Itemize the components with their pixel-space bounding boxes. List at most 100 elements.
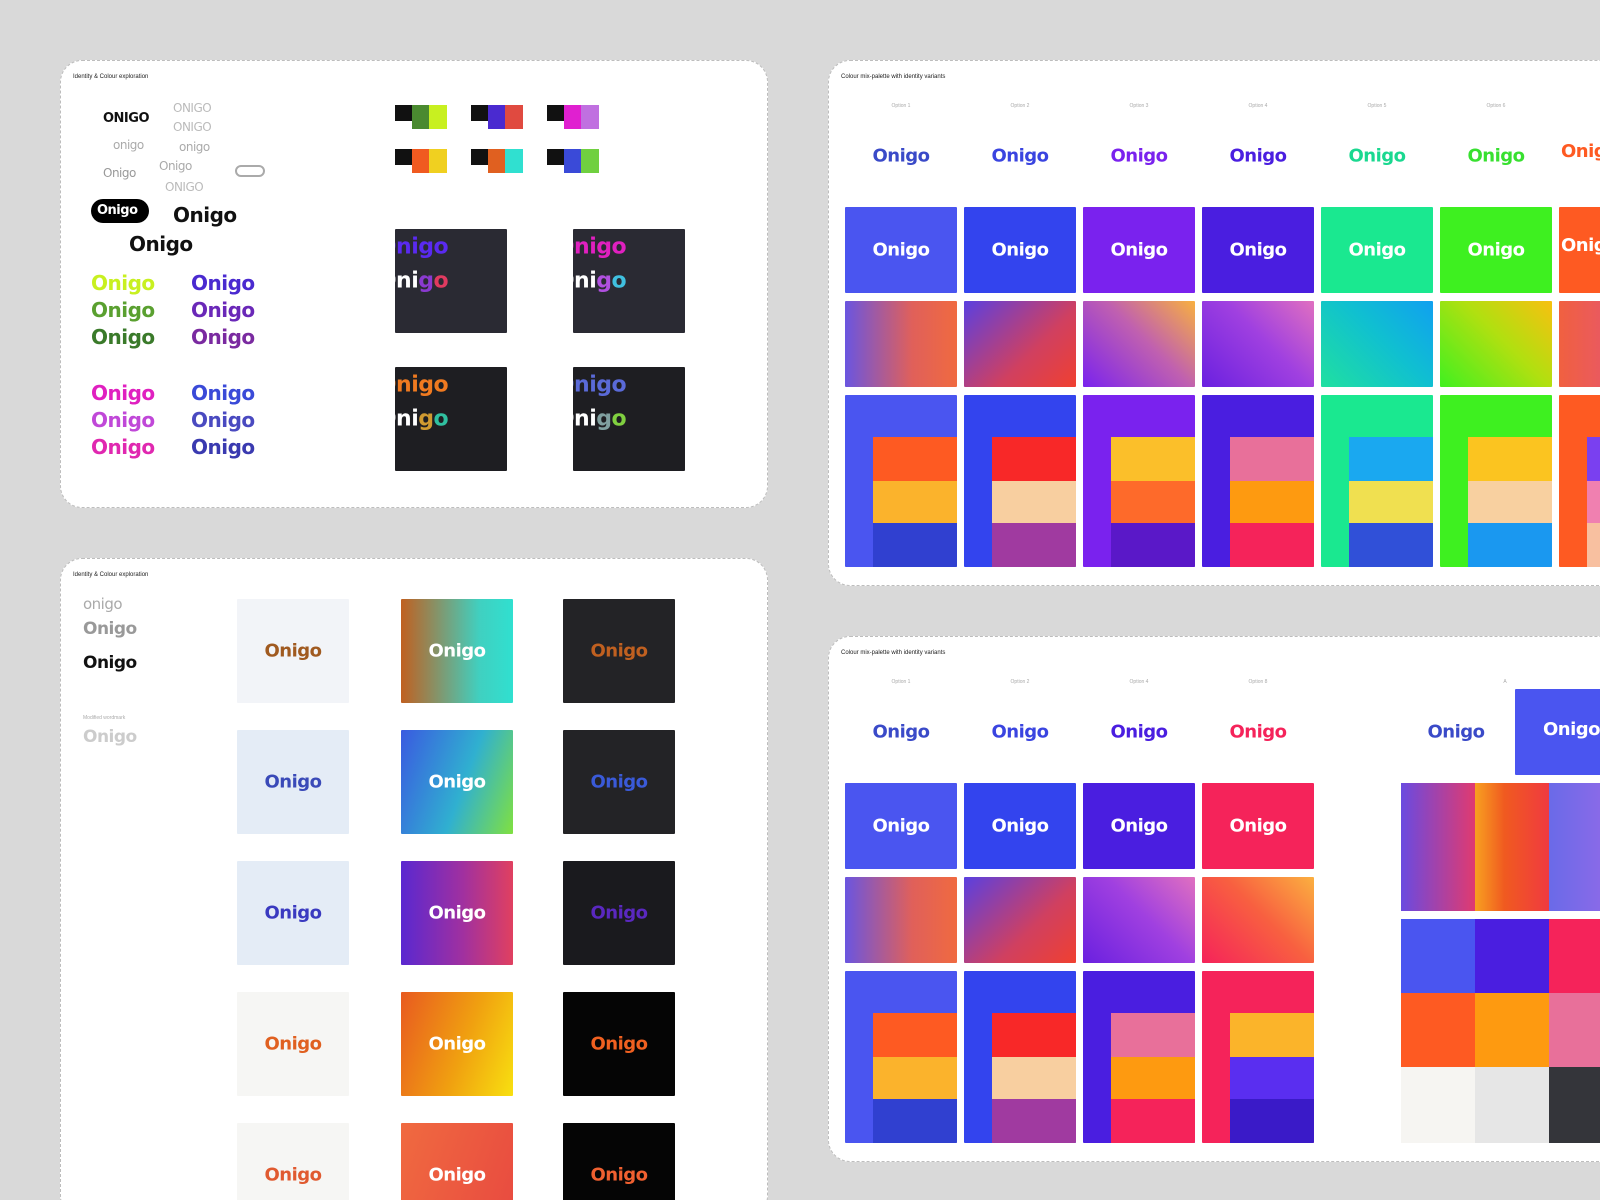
wordmark-magenta-2: Onigo xyxy=(91,408,155,432)
logo-on-colour-2: Onigo xyxy=(964,207,1076,293)
gradient-tile-2: Onigo xyxy=(401,730,513,834)
palette-stack-1 xyxy=(845,971,957,1143)
option-label-2: Option 2 xyxy=(1010,103,1030,109)
light-tile-2: Onigo xyxy=(237,730,349,834)
palette-cell-3 xyxy=(1549,919,1600,993)
wordmark-green-3: Onigo xyxy=(91,325,155,349)
wordmark-lower-light: onigo xyxy=(113,138,144,152)
logo-on-white-3: Onigo xyxy=(1083,689,1195,775)
board-identity-exploration-2: Identity & Colour exploration onigo Onig… xyxy=(60,558,768,1200)
dark-logo-tile-2: Onigo Onigo xyxy=(573,229,685,333)
logo-on-white-a: Onigo xyxy=(1401,689,1511,775)
option-label-4: Option 8 xyxy=(1248,679,1268,685)
light-tile-5: Onigo xyxy=(237,1123,349,1200)
wordmark-light-modified: Onigo xyxy=(83,727,137,747)
option-label-2: Option 2 xyxy=(1010,679,1030,685)
palette-cell-6 xyxy=(1549,993,1600,1067)
dark-tile-2: Onigo xyxy=(563,730,675,834)
option-label-6: Option 6 xyxy=(1486,103,1506,109)
option-label-3: Option 3 xyxy=(1129,103,1149,109)
wordmark-purple-3: Onigo xyxy=(191,325,255,349)
logo-on-colour-6: Onigo xyxy=(1440,207,1552,293)
wordmark-upper-light-2: ONIGO xyxy=(173,120,212,134)
palette-cell-8 xyxy=(1475,1067,1549,1143)
board-colour-mix-palette-1: Colour mix-palette with identity variant… xyxy=(828,60,1600,586)
logo-on-colour-3: Onigo xyxy=(1083,207,1195,293)
logo-on-white-4: Onigo xyxy=(1202,113,1314,199)
logo-on-white-5: Onigo xyxy=(1321,113,1433,199)
palette-cell-7 xyxy=(1401,1067,1475,1143)
wordmark-blue-2: Onigo xyxy=(191,408,255,432)
logo-on-white-2: Onigo xyxy=(964,689,1076,775)
wordmark-magenta-1: Onigo xyxy=(91,381,155,405)
board-title: Identity & Colour exploration xyxy=(73,572,149,578)
wordmark-grey: Onigo xyxy=(83,619,137,639)
wordmark-upper-light: ONIGO xyxy=(173,101,212,115)
palette-swatch-1 xyxy=(395,105,447,129)
wordmark-black-1: Onigo xyxy=(173,203,237,227)
light-tile-4: Onigo xyxy=(237,992,349,1096)
board-identity-exploration-1: Identity & Colour exploration ONIGO ONIG… xyxy=(60,60,768,508)
palette-stack-3 xyxy=(1083,971,1195,1143)
board-colour-mix-palette-2: Colour mix-palette with identity variant… xyxy=(828,636,1600,1162)
palette-stack-5 xyxy=(1321,395,1433,567)
palette-cell-9 xyxy=(1549,1067,1600,1143)
wordmark-violet-2: Onigo xyxy=(191,298,255,322)
gradient-swatch-2 xyxy=(964,877,1076,963)
gradient-swatch-7 xyxy=(1559,301,1600,387)
logo-on-colour-5: Onigo xyxy=(1321,207,1433,293)
wordmark-lower-light-2: onigo xyxy=(179,140,210,154)
wordmark-magenta-3: Onigo xyxy=(91,435,155,459)
gradient-swatch-4 xyxy=(1202,301,1314,387)
palette-stack-2 xyxy=(964,971,1076,1143)
gradient-band-1 xyxy=(1401,783,1475,911)
wordmark-pill-badge: Onigo xyxy=(91,199,149,223)
board-title: Colour mix-palette with identity variant… xyxy=(841,650,946,656)
logo-on-colour-a: Onigo xyxy=(1515,689,1600,775)
palette-cell-4 xyxy=(1401,993,1475,1067)
gradient-tile-3: Onigo xyxy=(401,861,513,965)
palette-stack-6 xyxy=(1440,395,1552,567)
gradient-tile-5: Onigo xyxy=(401,1123,513,1200)
dark-tile-4: Onigo xyxy=(563,992,675,1096)
palette-stack-7 xyxy=(1559,395,1600,567)
palette-swatch-6 xyxy=(547,149,599,173)
logo-on-white-7: Onigo xyxy=(1559,113,1600,199)
logo-on-colour-1: Onigo xyxy=(845,207,957,293)
wordmark-light-3: Onigo xyxy=(103,166,136,180)
wordmark-light-4: Onigo xyxy=(159,159,192,173)
wordmark-green-2: Onigo xyxy=(91,298,155,322)
logo-on-colour-4: Onigo xyxy=(1202,783,1314,869)
logo-on-colour-4: Onigo xyxy=(1202,207,1314,293)
wordmark-upper: ONIGO xyxy=(103,111,150,126)
wordmark-black: Onigo xyxy=(83,653,137,673)
gradient-swatch-1 xyxy=(845,301,957,387)
logo-on-white-1: Onigo xyxy=(845,113,957,199)
dark-tile-1: Onigo xyxy=(563,599,675,703)
palette-swatch-4 xyxy=(395,149,447,173)
logo-on-white-2: Onigo xyxy=(964,113,1076,199)
palette-cell-5 xyxy=(1475,993,1549,1067)
logo-on-colour-2: Onigo xyxy=(964,783,1076,869)
gradient-swatch-3 xyxy=(1083,301,1195,387)
palette-stack-3 xyxy=(1083,395,1195,567)
logo-on-white-3: Onigo xyxy=(1083,113,1195,199)
wordmark-lower-grey: onigo xyxy=(83,595,123,613)
option-label-3: Option 4 xyxy=(1129,679,1149,685)
palette-swatch-2 xyxy=(471,105,523,129)
palette-swatch-5 xyxy=(471,149,523,173)
wordmark-upper-light-3: ONIGO xyxy=(165,180,204,194)
dark-logo-tile-3: Onigo Onigo xyxy=(395,367,507,471)
palette-cell-1 xyxy=(1401,919,1475,993)
gradient-swatch-5 xyxy=(1321,301,1433,387)
wordmark-blue-3: Onigo xyxy=(191,435,255,459)
gradient-band-3 xyxy=(1549,783,1600,911)
dark-tile-3: Onigo xyxy=(563,861,675,965)
palette-stack-4 xyxy=(1202,395,1314,567)
gradient-swatch-6 xyxy=(1440,301,1552,387)
option-label-1: Option 1 xyxy=(891,679,911,685)
logo-on-white-1: Onigo xyxy=(845,689,957,775)
gradient-swatch-3 xyxy=(1083,877,1195,963)
option-label-1: Option 1 xyxy=(891,103,911,109)
gradient-swatch-4 xyxy=(1202,877,1314,963)
